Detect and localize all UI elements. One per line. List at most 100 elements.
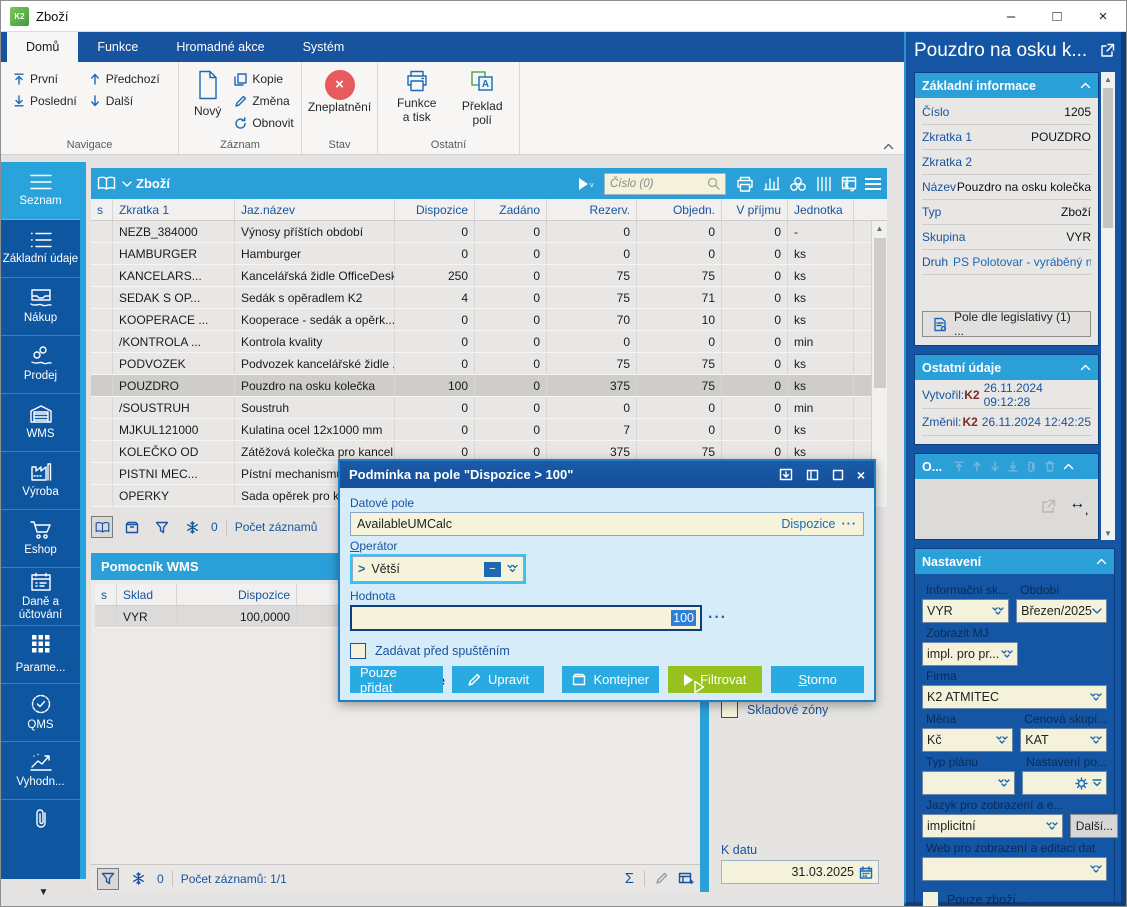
excel-export-icon[interactable] — [841, 176, 859, 192]
tab-hromadne-akce[interactable]: Hromadné akce — [157, 32, 283, 62]
legislative-fields-button[interactable]: Pole dle legislativy (1) ... — [922, 311, 1091, 337]
only-goods-checkbox-row[interactable]: Pouze zboží... — [922, 891, 1107, 907]
scroll-thumb[interactable] — [1103, 88, 1113, 228]
dock-window-icon[interactable] — [779, 468, 793, 481]
dropdown-icon[interactable] — [992, 607, 1004, 616]
wms-filter-icon[interactable] — [97, 868, 119, 890]
snowflake-icon[interactable] — [181, 516, 203, 538]
section-basic-header[interactable]: Základní informace — [915, 73, 1098, 98]
col-zadano[interactable]: Zadáno — [475, 199, 547, 220]
detail-field-row[interactable]: Zkratka 1 POUZDRO — [922, 125, 1091, 150]
col-dispozice[interactable]: Dispozice — [395, 199, 475, 220]
currency-select[interactable]: Kč — [922, 728, 1013, 752]
col-jednotka[interactable]: Jednotka — [788, 199, 854, 220]
price-group-select[interactable]: KAT — [1020, 728, 1107, 752]
first-button[interactable]: První — [9, 68, 81, 90]
columns-icon[interactable] — [816, 176, 832, 192]
section-images-header[interactable]: O... — [915, 454, 1098, 479]
table-row[interactable]: /SOUSTRUH Soustruh 0 0 0 0 0 min — [91, 397, 887, 419]
sidebar-item-nakup[interactable]: Nákup — [1, 278, 86, 336]
checkbox-icon[interactable] — [350, 643, 366, 659]
col-jaznazev[interactable]: Jaz.název — [235, 199, 395, 220]
table-row[interactable]: NEZB_384000 Výnosy příštích období 0 0 0… — [91, 221, 887, 243]
move-down-icon[interactable] — [990, 461, 1000, 472]
collapse-icon[interactable] — [1080, 364, 1091, 371]
language-select[interactable]: implicitní — [922, 814, 1063, 838]
move-first-icon[interactable] — [954, 461, 964, 472]
scroll-up-icon[interactable]: ▲ — [1104, 72, 1112, 86]
dropdown-icon[interactable] — [1090, 736, 1102, 745]
sidebar-item-zakladni-udaje[interactable]: Základní údaje — [1, 220, 86, 278]
detail-scrollbar[interactable]: ▲ ▼ — [1101, 72, 1115, 540]
collapse-icon[interactable] — [1080, 82, 1091, 89]
web-select[interactable] — [922, 857, 1107, 881]
container-button[interactable]: Kontejner — [562, 666, 659, 693]
dropdown-icon[interactable] — [998, 779, 1010, 788]
wms-col-sklad[interactable]: Sklad — [117, 584, 177, 605]
grid-title-chevron-icon[interactable] — [122, 181, 132, 187]
dropdown-icon[interactable] — [1046, 822, 1058, 831]
ask-before-run-row[interactable]: Zadávat před spuštěním — [350, 643, 864, 659]
sidebar-item-prodej[interactable]: Prodej — [1, 336, 86, 394]
search-input[interactable]: Číslo (0) — [604, 173, 726, 195]
close-icon[interactable]: × — [857, 467, 865, 483]
value-dots-icon[interactable]: ··· — [708, 609, 727, 627]
section-other-header[interactable]: Ostatní údaje — [915, 355, 1098, 380]
col-vprijmu[interactable]: V příjmu — [722, 199, 788, 220]
run-filter-icon[interactable]: ˅ — [579, 178, 594, 190]
table-row[interactable]: SEDAK S OP... Sedák s opěradlem K2 4 0 7… — [91, 287, 887, 309]
tab-funkce[interactable]: Funkce — [78, 32, 157, 62]
move-up-icon[interactable] — [972, 461, 982, 472]
sidebar-item-parametry[interactable]: Parame... — [1, 626, 86, 684]
move-last-icon[interactable] — [1008, 461, 1018, 472]
sidebar-collapse-icon[interactable]: ▼ — [1, 879, 86, 906]
sidebar-item-vyhodnoceni[interactable]: Vyhodn... — [1, 742, 86, 800]
delete-icon[interactable] — [1045, 461, 1055, 472]
date-input[interactable]: 31.03.2025 — [721, 860, 879, 884]
chart-icon[interactable] — [763, 176, 780, 191]
lookup-dots-icon[interactable]: ··· — [842, 517, 858, 531]
open-external-icon[interactable] — [1100, 43, 1115, 58]
copy-button[interactable]: Kopie — [230, 68, 297, 90]
wms-snowflake-icon[interactable] — [127, 868, 149, 890]
maximize-icon[interactable] — [832, 469, 844, 481]
dropdown-icon[interactable] — [1001, 650, 1013, 659]
sidebar-item-dane-a-uctovani[interactable]: Daně a účtování — [1, 568, 86, 626]
col-zkratka1[interactable]: Zkratka 1 — [113, 199, 235, 220]
company-select[interactable]: K2 ATMITEC — [922, 685, 1107, 709]
checkbox-icon[interactable] — [922, 891, 939, 907]
invalidate-button[interactable]: × Zneplatnění — [301, 68, 378, 116]
table-row[interactable]: /KONTROLA ... Kontrola kvality 0 0 0 0 0… — [91, 331, 887, 353]
book-icon[interactable] — [97, 176, 116, 191]
option-checkbox-row[interactable]: Skladové zóny — [721, 701, 879, 718]
value-input[interactable]: 100 — [350, 605, 702, 631]
wms-col-dispozice[interactable]: Dispozice — [177, 584, 297, 605]
print-functions-button[interactable]: Funkce a tisk — [386, 68, 447, 126]
refresh-button[interactable]: Obnovit — [230, 112, 297, 134]
sidebar-item-eshop[interactable]: Eshop — [1, 510, 86, 568]
table-row[interactable]: MJKUL121000 Kulatina ocel 12x1000 mm 0 0… — [91, 419, 887, 441]
section-settings-header[interactable]: Nastavení — [915, 549, 1114, 574]
col-rezerv[interactable]: Rezerv. — [547, 199, 637, 220]
collapse-icon[interactable] — [1096, 558, 1107, 565]
detail-field-row[interactable]: Název Pouzdro na osku kolečka — [922, 175, 1091, 200]
show-mj-select[interactable]: impl. pro pr... — [922, 642, 1018, 666]
edit-icon[interactable] — [655, 872, 668, 885]
filter-button[interactable]: Filtrovat — [668, 666, 762, 693]
operator-select[interactable]: > Větší − — [352, 556, 524, 582]
scroll-up-icon[interactable]: ▲ — [876, 221, 884, 236]
ribbon-collapse-icon[interactable] — [883, 143, 894, 150]
sidebar-item-seznam[interactable]: Seznam — [1, 162, 86, 220]
sidebar-item-vyroba[interactable]: Výroba — [1, 452, 86, 510]
detail-field-row[interactable]: Zkratka 2 — [922, 150, 1091, 175]
previous-button[interactable]: Předchozí — [85, 68, 164, 90]
table-row[interactable]: PODVOZEK Podvozek kancelářské židle ... … — [91, 353, 887, 375]
next-button[interactable]: Další — [85, 90, 164, 112]
new-button[interactable]: Nový — [187, 68, 228, 120]
sidebar-item-wms[interactable]: WMS — [1, 394, 86, 452]
table-row[interactable]: HAMBURGER Hamburger 0 0 0 0 0 ks — [91, 243, 887, 265]
period-select[interactable]: Březen/2025 — [1016, 599, 1107, 623]
detail-field-row[interactable]: Číslo 1205 — [922, 100, 1091, 125]
detail-field-row[interactable]: Druh PS Polotovar - vyráběný na... — [922, 250, 1091, 275]
calendar-icon[interactable] — [859, 866, 873, 879]
